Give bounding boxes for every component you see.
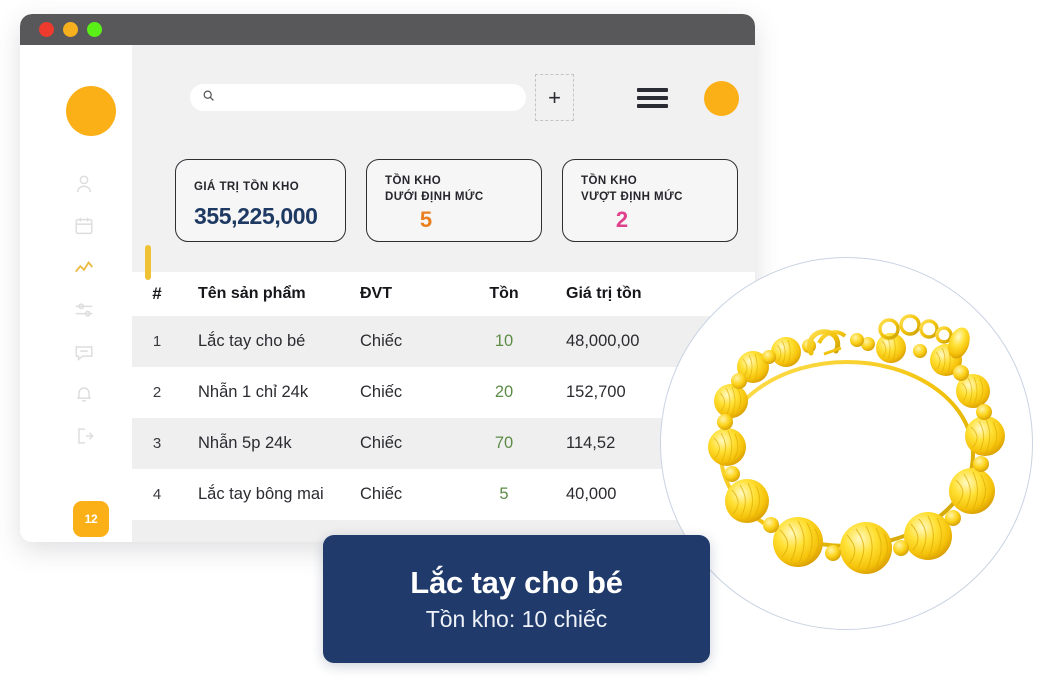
- kpi-card-total-value[interactable]: GIÁ TRỊ TỒN KHO 355,225,000: [175, 159, 346, 242]
- add-button[interactable]: +: [535, 74, 574, 121]
- chart-line-icon: [73, 257, 95, 279]
- row-name: Nhẫn 1 chỉ 24k: [198, 383, 309, 401]
- kpi-card-under-threshold[interactable]: TỒN KHO DƯỚI ĐỊNH MỨC 5: [366, 159, 542, 242]
- window-titlebar: [20, 14, 755, 45]
- product-caption-card: Lắc tay cho bé Tồn kho: 10 chiếc: [323, 535, 710, 663]
- search-input[interactable]: [223, 90, 513, 105]
- sidebar-badge-count[interactable]: 12: [73, 501, 109, 537]
- account-avatar[interactable]: [704, 81, 739, 116]
- kpi-label-line2: DƯỚI ĐỊNH MỨC: [385, 190, 484, 203]
- dashboard-header-panel: + GIÁ TRỊ TỒN KHO 355,225,000 TỒN KHO DƯ…: [132, 45, 755, 272]
- row-unit: Chiếc: [360, 383, 403, 401]
- row-qty: 5: [499, 485, 509, 503]
- row-name: Lắc tay cho bé: [198, 332, 306, 350]
- row-name: Lắc tay bông mai: [198, 485, 324, 503]
- kpi-label-line1: TỒN KHO: [385, 175, 442, 187]
- kpi-label: GIÁ TRỊ TỒN KHO: [194, 181, 300, 193]
- col-header-qty: Tồn: [489, 285, 519, 302]
- kpi-card-over-threshold[interactable]: TỒN KHO VƯỢT ĐỊNH MỨC 2: [562, 159, 738, 242]
- sidebar-icon-list: [72, 172, 112, 448]
- row-index: 3: [152, 435, 162, 452]
- row-unit: Chiếc: [360, 434, 403, 452]
- product-image-circle: [660, 257, 1033, 630]
- col-header-unit: ĐVT: [360, 285, 392, 302]
- kpi-value: 2: [615, 207, 629, 233]
- user-icon: [73, 173, 95, 195]
- row-index: 4: [152, 486, 162, 503]
- col-header-index: #: [152, 284, 162, 303]
- gold-bead-bracelet: [708, 314, 1005, 574]
- hamburger-icon[interactable]: [637, 88, 668, 108]
- app-window: 12 + GIÁ TRỊ TỒN KHO 355,225,000 TỒN KHO…: [20, 14, 755, 542]
- sliders-icon: [73, 299, 95, 321]
- sidebar-item-messages[interactable]: [72, 340, 96, 364]
- search-field[interactable]: [190, 84, 526, 111]
- sidebar-item-settings[interactable]: [72, 298, 96, 322]
- sidebar-item-logout[interactable]: [72, 424, 96, 448]
- sidebar-rail: 12: [20, 45, 132, 542]
- row-index: 1: [152, 333, 162, 350]
- logout-icon: [73, 425, 95, 447]
- chat-icon: [73, 341, 95, 363]
- sidebar-item-reports[interactable]: [72, 256, 96, 280]
- row-unit: Chiếc: [360, 485, 403, 503]
- row-qty: 20: [494, 383, 514, 401]
- close-window-button[interactable]: [39, 22, 54, 37]
- kpi-value: 355,225,000: [194, 202, 318, 229]
- avatar[interactable]: [66, 86, 116, 136]
- kpi-label: TỒN KHO DƯỚI ĐỊNH MỨC: [385, 174, 523, 205]
- sidebar-item-calendar[interactable]: [72, 214, 96, 238]
- minimize-window-button[interactable]: [63, 22, 78, 37]
- search-icon: [202, 89, 215, 107]
- row-qty: 70: [494, 434, 514, 452]
- screenshot-stage: 12 + GIÁ TRỊ TỒN KHO 355,225,000 TỒN KHO…: [0, 0, 1052, 680]
- maximize-window-button[interactable]: [87, 22, 102, 37]
- row-qty: 10: [494, 332, 514, 350]
- kpi-value: 5: [419, 207, 433, 233]
- kpi-card-row: GIÁ TRỊ TỒN KHO 355,225,000 TỒN KHO DƯỚI…: [175, 159, 738, 242]
- bell-icon: [73, 383, 95, 405]
- row-index: 2: [152, 384, 162, 401]
- sidebar-item-user[interactable]: [72, 172, 96, 196]
- kpi-label: TỒN KHO VƯỢT ĐỊNH MỨC: [581, 174, 719, 205]
- kpi-label-line2: VƯỢT ĐỊNH MỨC: [581, 190, 683, 203]
- calendar-icon: [73, 215, 95, 237]
- product-caption-stock: Tồn kho: 10 chiếc: [425, 606, 608, 632]
- row-name: Nhẫn 5p 24k: [198, 434, 292, 452]
- sidebar-item-notifications[interactable]: [72, 382, 96, 406]
- col-header-name: Tên sản phẩm: [198, 285, 306, 302]
- toolbar: +: [132, 74, 755, 128]
- row-unit: Chiếc: [360, 332, 403, 350]
- product-caption-title: Lắc tay cho bé: [410, 565, 623, 600]
- sidebar-active-indicator: [145, 245, 151, 280]
- kpi-label-line1: TỒN KHO: [581, 175, 638, 187]
